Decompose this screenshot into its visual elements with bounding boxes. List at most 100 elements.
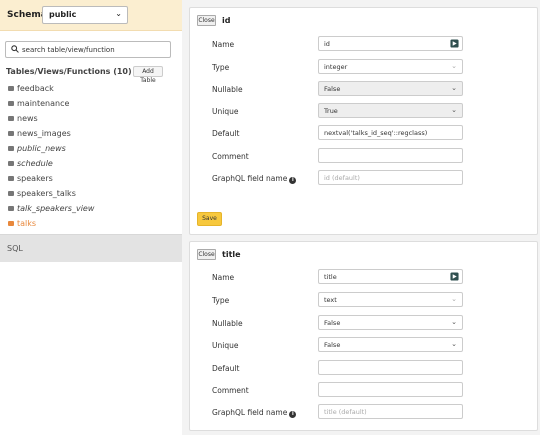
sidebar-item-label: speakers_talks [17,189,76,198]
table-list: feedback maintenance news news_images pu… [0,81,182,231]
graphql-field-placeholder: title (default) [324,408,367,416]
sidebar-item-maintenance[interactable]: maintenance [0,96,182,111]
column-editor-id: Close id Name id Type integer ⌄ Nullable… [189,7,538,235]
table-icon [8,116,14,121]
nullable-select-value: False [324,319,341,327]
table-icon [8,101,14,106]
type-select-value: text [324,296,337,304]
type-select[interactable]: text ⌄ [318,292,463,307]
sidebar-item-label: feedback [17,84,54,93]
graphql-field-label: GraphQL field name i [212,408,297,418]
graphql-field-label: GraphQL field name i [212,174,297,184]
sidebar-item-news-images[interactable]: news_images [0,126,182,141]
name-label: Name [212,273,235,282]
sidebar-item-label: talks [17,219,37,228]
name-input[interactable]: title [318,269,463,284]
table-icon [8,176,14,181]
schema-select-value: public [49,10,77,19]
unique-select-value: False [324,341,341,349]
comment-label: Comment [212,386,249,395]
sql-section[interactable]: SQL [0,234,182,262]
column-title: id [222,16,231,25]
sidebar-item-talks[interactable]: talks [0,216,182,231]
tables-title: Tables/Views/Functions (10) [6,67,132,76]
sidebar-item-talk-speakers-view[interactable]: talk_speakers_view [0,201,182,216]
comment-input[interactable] [318,148,463,163]
add-table-button[interactable]: Add Table [133,66,163,84]
unique-select[interactable]: True ⌄ [318,103,463,118]
graphql-field-label-text: GraphQL field name [212,408,288,417]
graphql-field-label-text: GraphQL field name [212,174,288,183]
schema-bar: Schema: public ⌄ [0,0,182,31]
table-icon [8,131,14,136]
close-button[interactable]: Close [197,15,216,26]
view-icon [8,206,14,211]
info-icon[interactable]: i [289,177,297,184]
name-input-value: id [324,40,330,48]
default-input[interactable] [318,360,463,375]
nullable-label: Nullable [212,319,243,328]
view-icon [8,146,14,151]
default-label: Default [212,364,240,373]
default-input[interactable]: nextval('talks_id_seq'::regclass) [318,125,463,140]
nullable-select[interactable]: False ⌄ [318,315,463,330]
comment-input[interactable] [318,382,463,397]
sidebar-item-news[interactable]: news [0,111,182,126]
sidebar-item-label: talk_speakers_view [17,204,95,213]
sidebar-item-speakers-talks[interactable]: speakers_talks [0,186,182,201]
type-label: Type [212,63,230,72]
table-icon [8,191,14,196]
sidebar-item-feedback[interactable]: feedback [0,81,182,96]
search-icon [11,45,19,53]
schema-select[interactable]: public ⌄ [42,6,128,24]
table-icon [8,221,14,226]
graphql-field-placeholder: id (default) [324,174,360,182]
name-input-value: title [324,273,337,281]
sidebar-item-label: public_news [17,144,66,153]
sidebar-item-speakers[interactable]: speakers [0,171,182,186]
name-label: Name [212,40,235,49]
unique-select-value: True [324,107,338,115]
chevron-down-icon: ⌄ [451,84,457,92]
chevron-down-icon: ⌄ [451,340,457,348]
type-label: Type [212,296,230,305]
graphql-field-input[interactable]: id (default) [318,170,463,185]
sidebar-item-label: news_images [17,129,71,138]
sidebar-item-label: schedule [17,159,53,168]
search-box[interactable] [5,41,171,58]
sidebar-item-label: news [17,114,38,123]
unique-select[interactable]: False ⌄ [318,337,463,352]
name-input[interactable]: id [318,36,463,51]
comment-label: Comment [212,152,249,161]
default-label: Default [212,129,240,138]
graphql-icon [450,39,459,48]
save-button[interactable]: Save [197,212,222,226]
table-icon [8,86,14,91]
default-input-value: nextval('talks_id_seq'::regclass) [324,129,428,137]
unique-label: Unique [212,107,239,116]
nullable-select-value: False [324,85,341,93]
sidebar-item-schedule[interactable]: schedule [0,156,182,171]
chevron-down-icon: ⌄ [451,318,457,326]
unique-label: Unique [212,341,239,350]
chevron-down-icon: ⌄ [451,62,457,70]
nullable-select[interactable]: False ⌄ [318,81,463,96]
chevron-down-icon: ⌄ [451,295,457,303]
sidebar: Schema: public ⌄ Tables/Views/Functions … [0,0,182,435]
sidebar-item-label: maintenance [17,99,70,108]
chevron-down-icon: ⌄ [115,9,122,18]
sidebar-item-public-news[interactable]: public_news [0,141,182,156]
chevron-down-icon: ⌄ [451,106,457,114]
graphql-field-input[interactable]: title (default) [318,404,463,419]
info-icon[interactable]: i [289,411,297,418]
nullable-label: Nullable [212,85,243,94]
type-select[interactable]: integer ⌄ [318,59,463,74]
column-editor-title: Close title Name title Type text ⌄ Nulla… [189,241,538,431]
close-button[interactable]: Close [197,249,216,260]
search-input[interactable] [22,43,168,56]
view-icon [8,161,14,166]
graphql-icon [450,272,459,281]
column-title: title [222,250,241,259]
sql-label: SQL [7,244,23,253]
sidebar-item-label: speakers [17,174,53,183]
